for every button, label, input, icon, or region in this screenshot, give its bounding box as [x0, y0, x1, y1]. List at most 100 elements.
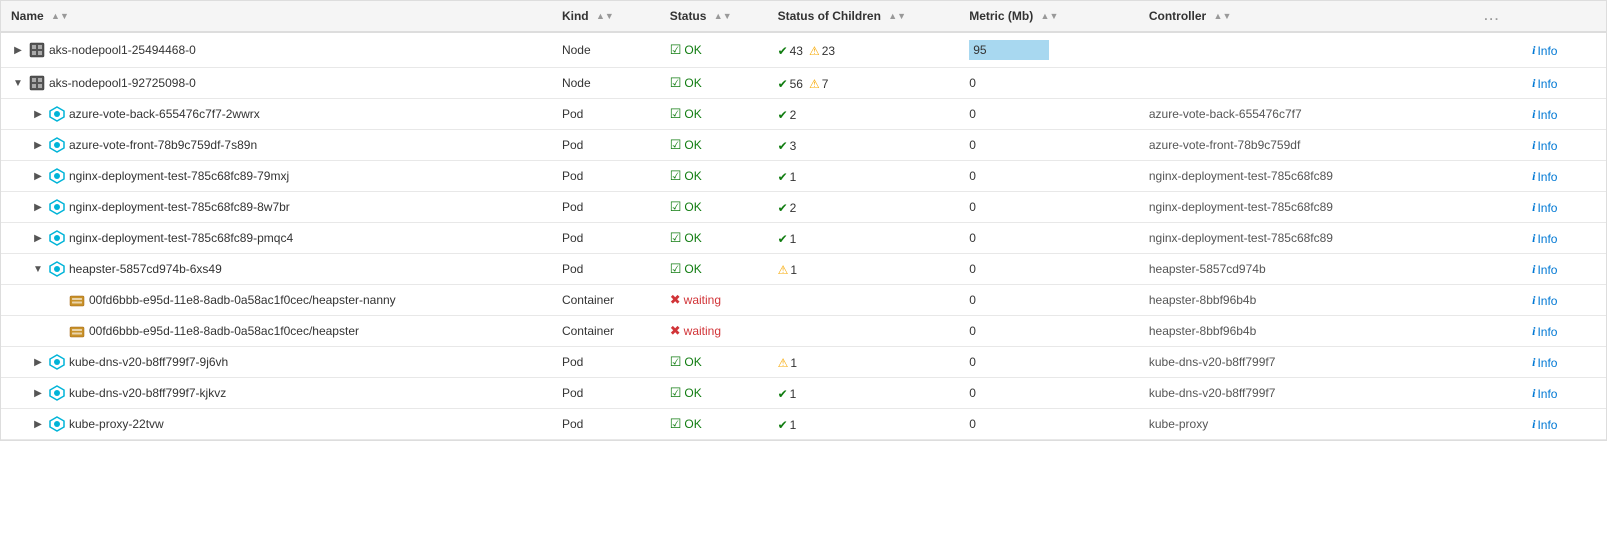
- info-cell[interactable]: i Info: [1522, 254, 1606, 285]
- table-row: ▶ kube-dns-v20-b8ff799f7-kjkvzPod☑OK✔ 10…: [1, 378, 1606, 409]
- controller-cell: kube-dns-v20-b8ff799f7: [1139, 347, 1474, 378]
- expand-button[interactable]: ▶: [31, 138, 45, 152]
- check-icon: ✔: [778, 44, 788, 58]
- info-cell[interactable]: i Info: [1522, 99, 1606, 130]
- info-link[interactable]: i Info: [1532, 355, 1557, 370]
- children-ok: ✔ 3: [778, 139, 797, 153]
- info-link[interactable]: i Info: [1532, 262, 1557, 277]
- info-cell[interactable]: i Info: [1522, 130, 1606, 161]
- controller-cell: kube-dns-v20-b8ff799f7: [1139, 378, 1474, 409]
- col-header-children[interactable]: Status of Children ▲▼: [768, 1, 960, 32]
- sort-icon-controller[interactable]: ▲▼: [1214, 12, 1232, 21]
- sort-icon-metric[interactable]: ▲▼: [1041, 12, 1059, 21]
- col-header-info: [1522, 1, 1606, 32]
- info-link[interactable]: i Info: [1532, 417, 1557, 432]
- cross-icon: ✖: [670, 323, 681, 339]
- sort-icon-status[interactable]: ▲▼: [714, 12, 732, 21]
- sort-icon-children[interactable]: ▲▼: [888, 12, 906, 21]
- metric-cell: 95: [959, 32, 1139, 68]
- metric-cell: 0: [959, 192, 1139, 223]
- check-icon: ✔: [778, 108, 788, 122]
- info-label: Info: [1537, 418, 1557, 432]
- col-header-kind[interactable]: Kind ▲▼: [552, 1, 660, 32]
- info-link[interactable]: i Info: [1532, 138, 1557, 153]
- info-link[interactable]: i Info: [1532, 231, 1557, 246]
- sort-icon-kind[interactable]: ▲▼: [596, 12, 614, 21]
- col-header-dots: ...: [1474, 1, 1522, 32]
- expand-button[interactable]: ▼: [31, 262, 45, 276]
- info-cell[interactable]: i Info: [1522, 223, 1606, 254]
- status-cell: ☑OK: [660, 347, 768, 378]
- expand-button[interactable]: ▶: [31, 200, 45, 214]
- name-cell: 00fd6bbb-e95d-11e8-8adb-0a58ac1f0cec/hea…: [1, 285, 552, 316]
- col-header-status[interactable]: Status ▲▼: [660, 1, 768, 32]
- children-warn: ⚠ 7: [809, 77, 828, 91]
- check-icon: ☑: [670, 75, 682, 91]
- kind-cell: Node: [552, 32, 660, 68]
- col-header-controller[interactable]: Controller ▲▼: [1139, 1, 1474, 32]
- info-cell[interactable]: i Info: [1522, 285, 1606, 316]
- col-header-name[interactable]: Name ▲▼: [1, 1, 552, 32]
- name-cell: 00fd6bbb-e95d-11e8-8adb-0a58ac1f0cec/hea…: [1, 316, 552, 347]
- expand-button[interactable]: ▶: [31, 417, 45, 431]
- info-link[interactable]: i Info: [1532, 169, 1557, 184]
- children-warn: ⚠ 23: [809, 44, 835, 58]
- info-cell[interactable]: i Info: [1522, 192, 1606, 223]
- metric-cell: 0: [959, 409, 1139, 440]
- row-name-text: heapster-5857cd974b-6xs49: [69, 262, 222, 276]
- info-i-icon: i: [1532, 324, 1535, 339]
- expand-button[interactable]: ▼: [11, 76, 25, 90]
- table-row: ▶ kube-proxy-22tvwPod☑OK✔ 10kube-proxyi …: [1, 409, 1606, 440]
- info-link[interactable]: i Info: [1532, 293, 1557, 308]
- children-ok: ✔ 56: [778, 77, 803, 91]
- dots-cell: [1474, 192, 1522, 223]
- expand-button[interactable]: ▶: [31, 107, 45, 121]
- info-link[interactable]: i Info: [1532, 107, 1557, 122]
- children-ok: ✔ 43: [778, 44, 803, 58]
- kind-cell: Pod: [552, 347, 660, 378]
- name-cell: ▶ kube-dns-v20-b8ff799f7-9j6vh: [1, 347, 552, 378]
- info-cell[interactable]: i Info: [1522, 347, 1606, 378]
- info-label: Info: [1537, 139, 1557, 153]
- status-label: waiting: [684, 293, 721, 307]
- info-i-icon: i: [1532, 76, 1535, 91]
- expand-button[interactable]: ▶: [31, 386, 45, 400]
- info-link[interactable]: i Info: [1532, 324, 1557, 339]
- info-cell[interactable]: i Info: [1522, 378, 1606, 409]
- info-cell[interactable]: i Info: [1522, 316, 1606, 347]
- expand-button[interactable]: ▶: [31, 169, 45, 183]
- sort-icon-name[interactable]: ▲▼: [51, 12, 69, 21]
- status-label: OK: [684, 262, 701, 276]
- expand-button[interactable]: ▶: [11, 43, 25, 57]
- controller-cell: nginx-deployment-test-785c68fc89: [1139, 192, 1474, 223]
- status-cell: ☑OK: [660, 99, 768, 130]
- info-cell[interactable]: i Info: [1522, 32, 1606, 68]
- children-cell: ✔ 1: [768, 409, 960, 440]
- info-link[interactable]: i Info: [1532, 386, 1557, 401]
- children-cell: ⚠ 1: [768, 254, 960, 285]
- kind-cell: Pod: [552, 99, 660, 130]
- info-link[interactable]: i Info: [1532, 43, 1557, 58]
- status-label: OK: [684, 43, 701, 57]
- info-link[interactable]: i Info: [1532, 200, 1557, 215]
- kind-cell: Node: [552, 68, 660, 99]
- expand-button[interactable]: ▶: [31, 231, 45, 245]
- kind-cell: Pod: [552, 378, 660, 409]
- info-cell[interactable]: i Info: [1522, 409, 1606, 440]
- main-table-container: Name ▲▼ Kind ▲▼ Status ▲▼ Status of Chil…: [0, 0, 1607, 441]
- dots-cell: [1474, 378, 1522, 409]
- children-warn: ⚠ 1: [778, 263, 797, 277]
- info-cell[interactable]: i Info: [1522, 68, 1606, 99]
- row-name-text: nginx-deployment-test-785c68fc89-8w7br: [69, 200, 290, 214]
- row-name-text: kube-dns-v20-b8ff799f7-kjkvz: [69, 386, 226, 400]
- check-icon: ☑: [670, 354, 682, 370]
- expand-button[interactable]: ▶: [31, 355, 45, 369]
- kind-cell: Container: [552, 285, 660, 316]
- controller-cell: heapster-8bbf96b4b: [1139, 316, 1474, 347]
- info-i-icon: i: [1532, 293, 1535, 308]
- kind-cell: Pod: [552, 130, 660, 161]
- info-cell[interactable]: i Info: [1522, 161, 1606, 192]
- info-link[interactable]: i Info: [1532, 76, 1557, 91]
- col-header-metric[interactable]: Metric (Mb) ▲▼: [959, 1, 1139, 32]
- info-i-icon: i: [1532, 169, 1535, 184]
